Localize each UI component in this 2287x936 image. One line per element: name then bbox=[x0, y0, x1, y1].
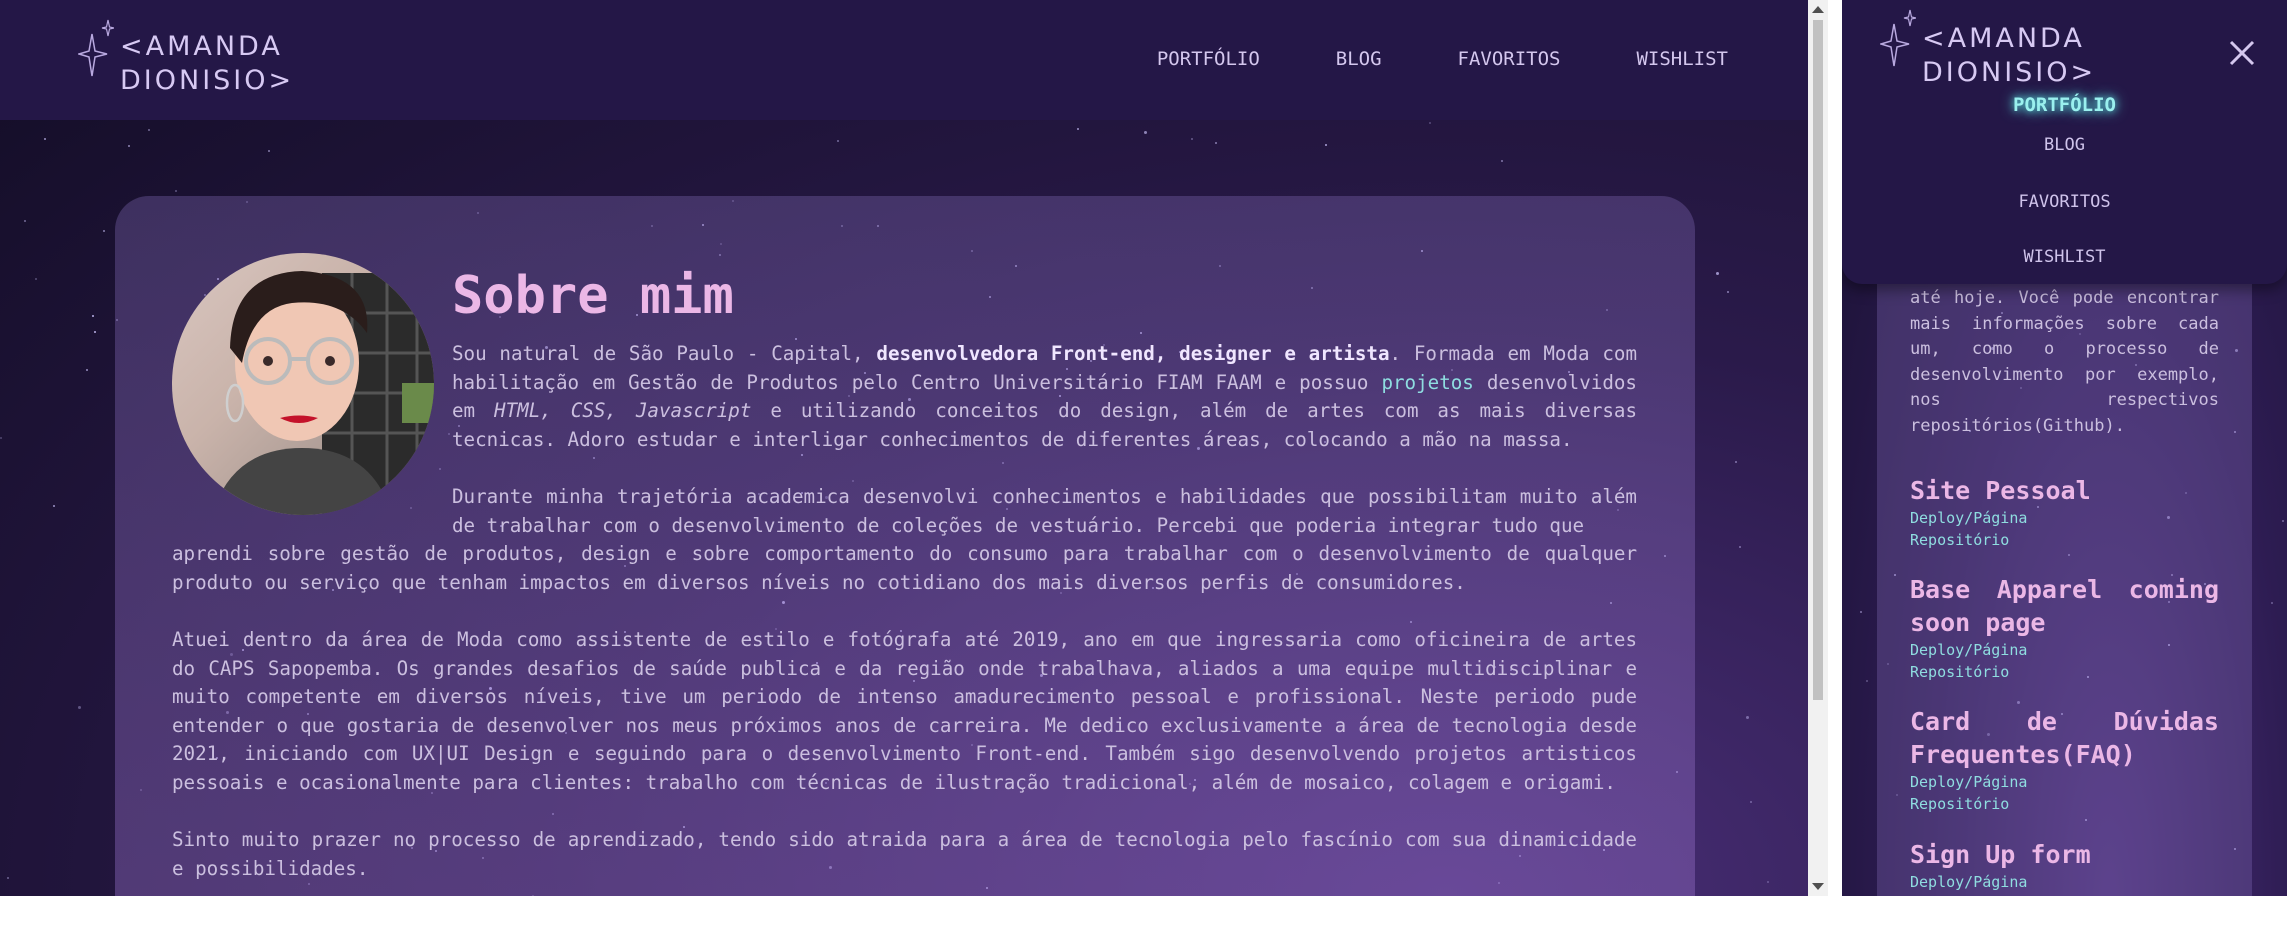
scrollbar-thumb[interactable] bbox=[1813, 20, 1823, 700]
close-icon[interactable] bbox=[2227, 38, 2257, 68]
star-dot bbox=[174, 190, 177, 193]
star-dot bbox=[1766, 881, 1769, 884]
star-dot bbox=[2281, 519, 2284, 522]
project-title: Base Apparel coming soon page bbox=[1910, 575, 2219, 637]
star-dot bbox=[102, 230, 105, 233]
star-dot bbox=[92, 315, 95, 318]
star-dot bbox=[0, 436, 3, 439]
mobile-menu-dropdown: <AMANDA DIONISIO> PORTFÓLIO BLOG FAVORIT… bbox=[1842, 0, 2287, 284]
sparkle-icon bbox=[1880, 9, 1916, 67]
project-repo-link[interactable]: Repositório bbox=[1910, 529, 2219, 551]
projects-intro-text: até hoje. Você pode encontrar mais infor… bbox=[1910, 288, 2219, 436]
about-paragraph-2a: Durante minha trajetória academica desen… bbox=[452, 485, 1637, 537]
scroll-up-icon[interactable] bbox=[1812, 6, 1824, 13]
project-deploy-link[interactable]: Deploy/Página bbox=[1910, 639, 2219, 661]
star-dot bbox=[2271, 601, 2274, 604]
main-nav: PORTFÓLIO BLOG FAVORITOS WISHLIST bbox=[1157, 48, 1728, 70]
project-deploy-link[interactable]: Deploy/Página bbox=[1910, 771, 2219, 793]
logo-line-1: <AMANDA bbox=[1922, 23, 2085, 54]
site-logo[interactable]: <AMANDA DIONISIO> bbox=[78, 18, 294, 98]
projects-link[interactable]: projetos bbox=[1381, 371, 1473, 394]
project-item: Site Pessoal Deploy/Página Repositório bbox=[1910, 474, 2219, 551]
star-dot bbox=[836, 140, 839, 143]
about-paragraph-3: Atuei dentro da área de Moda como assist… bbox=[172, 628, 1637, 794]
project-repo-link[interactable]: Repositório bbox=[1910, 661, 2219, 683]
about-paragraph-2b: aprendi sobre gestão de produtos, design… bbox=[172, 542, 1637, 594]
star-dot bbox=[24, 219, 27, 222]
mobile-viewport: até hoje. Você pode encontrar mais infor… bbox=[1842, 0, 2287, 896]
text-span: Sou natural de São Paulo - Capital, bbox=[452, 342, 877, 365]
sparkle-icon bbox=[78, 19, 114, 77]
star-dot bbox=[1750, 800, 1753, 803]
project-item: Card de Dúvidas Frequentes(FAQ) Deploy/P… bbox=[1910, 705, 2219, 815]
star-dot bbox=[1429, 122, 1432, 125]
project-title: Sign Up form bbox=[1910, 840, 2091, 869]
star-dot bbox=[1859, 611, 1862, 613]
star-dot bbox=[1746, 715, 1750, 719]
project-item: Sign Up form Deploy/Página bbox=[1910, 838, 2219, 893]
about-paragraph-1: Sou natural de São Paulo - Capital, dese… bbox=[452, 340, 1637, 454]
project-deploy-link[interactable]: Deploy/Página bbox=[1910, 871, 2219, 893]
star-dot bbox=[1191, 138, 1194, 141]
site-header: <AMANDA DIONISIO> PORTFÓLIO BLOG FAVORIT… bbox=[0, 0, 1808, 120]
star-dot bbox=[6, 876, 9, 879]
logo-line-2: DIONISIO> bbox=[120, 65, 295, 96]
tech-list: HTML, CSS, Javascript bbox=[494, 399, 752, 423]
star-dot bbox=[1726, 291, 1729, 294]
nav-blog[interactable]: BLOG bbox=[1336, 48, 1382, 70]
star-dot bbox=[268, 149, 271, 152]
desktop-viewport: <AMANDA DIONISIO> PORTFÓLIO BLOG FAVORIT… bbox=[0, 0, 1808, 896]
star-dot bbox=[127, 144, 130, 147]
menu-item-blog[interactable]: BLOG bbox=[1842, 135, 2287, 155]
star-dot bbox=[1738, 545, 1741, 548]
star-dot bbox=[1076, 128, 1079, 131]
logo-line-2: DIONISIO> bbox=[1922, 57, 2097, 88]
nav-favoritos[interactable]: FAVORITOS bbox=[1458, 48, 1561, 70]
project-item: Base Apparel coming soon page Deploy/Pág… bbox=[1910, 573, 2219, 683]
logo-line-1: <AMANDA bbox=[120, 31, 283, 62]
project-title: Card de Dúvidas Frequentes(FAQ) bbox=[1910, 707, 2219, 769]
profile-photo bbox=[172, 253, 434, 515]
star-dot bbox=[1734, 460, 1737, 463]
star-dot bbox=[93, 330, 96, 333]
star-dot bbox=[53, 505, 56, 508]
project-repo-link[interactable]: Repositório bbox=[1910, 793, 2219, 815]
project-title: Site Pessoal bbox=[1910, 476, 2091, 505]
nav-portfolio[interactable]: PORTFÓLIO bbox=[1157, 48, 1260, 70]
about-title: Sobre mim bbox=[452, 266, 734, 326]
menu-item-favoritos[interactable]: FAVORITOS bbox=[1842, 192, 2287, 212]
star-dot bbox=[86, 369, 89, 372]
star-dot bbox=[78, 705, 82, 709]
vertical-scrollbar[interactable] bbox=[1808, 0, 1828, 896]
about-paragraph-4: Sinto muito prazer no processo de aprend… bbox=[172, 828, 1637, 880]
star-dot bbox=[1501, 159, 1504, 162]
star-dot bbox=[34, 277, 37, 280]
scroll-down-icon[interactable] bbox=[1812, 883, 1824, 890]
menu-item-portfolio[interactable]: PORTFÓLIO bbox=[1842, 94, 2287, 116]
star-dot bbox=[147, 128, 150, 131]
menu-item-wishlist[interactable]: WISHLIST bbox=[1842, 247, 2287, 267]
star-dot bbox=[1324, 143, 1327, 146]
star-dot bbox=[1716, 272, 1720, 275]
bold-roles: desenvolvedora Front-end, designer e art… bbox=[876, 342, 1390, 365]
star-dot bbox=[44, 138, 47, 141]
project-deploy-link[interactable]: Deploy/Página bbox=[1910, 507, 2219, 529]
site-logo[interactable]: <AMANDA DIONISIO> bbox=[1880, 8, 2096, 90]
star-dot bbox=[1214, 141, 1217, 144]
nav-wishlist[interactable]: WISHLIST bbox=[1636, 48, 1728, 70]
star-dot bbox=[1865, 680, 1868, 683]
star-dot bbox=[1143, 131, 1147, 135]
